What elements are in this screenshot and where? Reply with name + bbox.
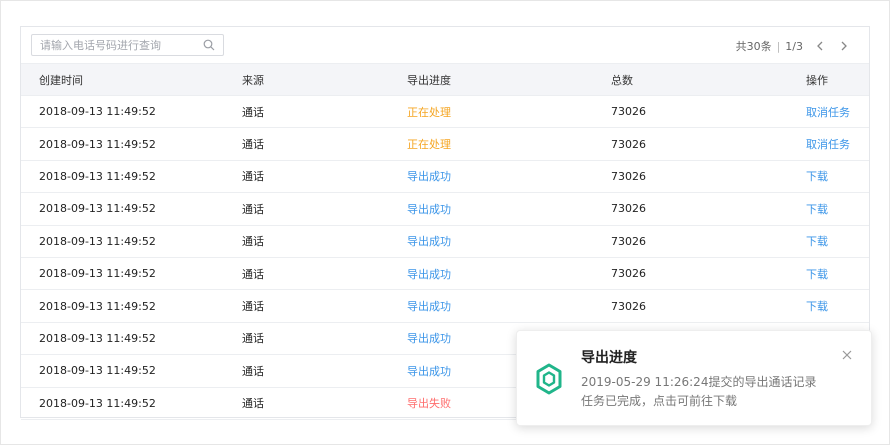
cell-source: 通话 [242, 289, 407, 323]
cell-progress: 正在处理 [407, 127, 611, 161]
pagination: 共30条 | 1/3 [736, 38, 851, 54]
cell-created: 2018-09-13 11:49:52 [21, 95, 242, 129]
cell-created: 2018-09-13 11:49:52 [21, 354, 242, 388]
close-icon[interactable] [841, 349, 853, 361]
cell-created: 2018-09-13 11:49:52 [21, 257, 242, 291]
page-indicator: 1/3 [785, 39, 803, 53]
cell-source: 通话 [242, 160, 407, 194]
cell-progress: 导出成功 [407, 192, 611, 226]
notification-line-1: 2019-05-29 11:26:24提交的导出通话记录 [581, 375, 817, 389]
cell-created: 2018-09-13 11:49:52 [21, 387, 242, 420]
table-row: 2018-09-13 11:49:52 通话 导出成功 73026 下载 [21, 289, 869, 323]
table-row: 2018-09-13 11:49:52 通话 正在处理 73026 取消任务 [21, 127, 869, 161]
next-page-icon[interactable] [837, 39, 851, 53]
header-progress: 导出进度 [407, 63, 611, 96]
cell-created: 2018-09-13 11:49:52 [21, 127, 242, 161]
cell-progress: 正在处理 [407, 95, 611, 129]
cell-created: 2018-09-13 11:49:52 [21, 289, 242, 323]
cell-source: 通话 [242, 387, 407, 420]
cell-progress: 导出成功 [407, 160, 611, 194]
cell-source: 通话 [242, 225, 407, 258]
cell-total: 73026 [611, 225, 806, 258]
cell-source: 通话 [242, 322, 407, 356]
prev-page-icon[interactable] [813, 39, 827, 53]
cell-total: 73026 [611, 257, 806, 291]
notification-message[interactable]: 2019-05-29 11:26:24提交的导出通话记录 任务已完成，点击可前往… [581, 373, 849, 411]
cell-progress: 导出成功 [407, 289, 611, 323]
cancel-task-link[interactable]: 取消任务 [806, 95, 869, 129]
header-action: 操作 [806, 63, 869, 96]
cell-source: 通话 [242, 127, 407, 161]
notification-line-2[interactable]: 任务已完成，点击可前往下载 [581, 392, 849, 411]
cancel-task-link[interactable]: 取消任务 [806, 127, 869, 161]
cell-created: 2018-09-13 11:49:52 [21, 225, 242, 258]
table-row: 2018-09-13 11:49:52 通话 导出成功 73026 下载 [21, 225, 869, 258]
header-source: 来源 [242, 63, 407, 96]
table-header: 创建时间 来源 导出进度 总数 操作 [21, 63, 869, 96]
cell-total: 73026 [611, 95, 806, 129]
hexagon-logo-icon [535, 363, 563, 395]
cell-total: 73026 [611, 192, 806, 226]
cell-total: 73026 [611, 127, 806, 161]
header-total: 总数 [611, 63, 806, 96]
cell-source: 通话 [242, 354, 407, 388]
download-link[interactable]: 下载 [806, 192, 869, 226]
pager-divider: | [776, 39, 781, 53]
download-link[interactable]: 下载 [806, 160, 869, 194]
export-notification[interactable]: 导出进度 2019-05-29 11:26:24提交的导出通话记录 任务已完成，… [516, 330, 872, 426]
search-box[interactable] [31, 34, 224, 56]
table-row: 2018-09-13 11:49:52 通话 正在处理 73026 取消任务 [21, 95, 869, 129]
cell-progress: 导出成功 [407, 225, 611, 258]
cell-total: 73026 [611, 160, 806, 194]
cell-total: 73026 [611, 289, 806, 323]
total-count: 共30条 [735, 40, 772, 53]
cell-created: 2018-09-13 11:49:52 [21, 160, 242, 194]
download-link[interactable]: 下载 [806, 257, 869, 291]
search-icon[interactable] [203, 39, 215, 51]
table-row: 2018-09-13 11:49:52 通话 导出成功 73026 下载 [21, 160, 869, 194]
download-link[interactable]: 下载 [806, 289, 869, 323]
cell-progress: 导出成功 [407, 257, 611, 291]
cell-source: 通话 [242, 192, 407, 226]
download-link[interactable]: 下载 [806, 225, 869, 258]
search-input[interactable] [40, 38, 200, 52]
notification-title: 导出进度 [581, 350, 637, 366]
table-row: 2018-09-13 11:49:52 通话 导出成功 73026 下载 [21, 192, 869, 226]
cell-created: 2018-09-13 11:49:52 [21, 322, 242, 356]
cell-source: 通话 [242, 95, 407, 129]
header-created: 创建时间 [21, 63, 242, 96]
table-row: 2018-09-13 11:49:52 通话 导出成功 73026 下载 [21, 257, 869, 291]
cell-source: 通话 [242, 257, 407, 291]
toolbar: 共30条 | 1/3 [21, 27, 869, 63]
cell-created: 2018-09-13 11:49:52 [21, 192, 242, 226]
